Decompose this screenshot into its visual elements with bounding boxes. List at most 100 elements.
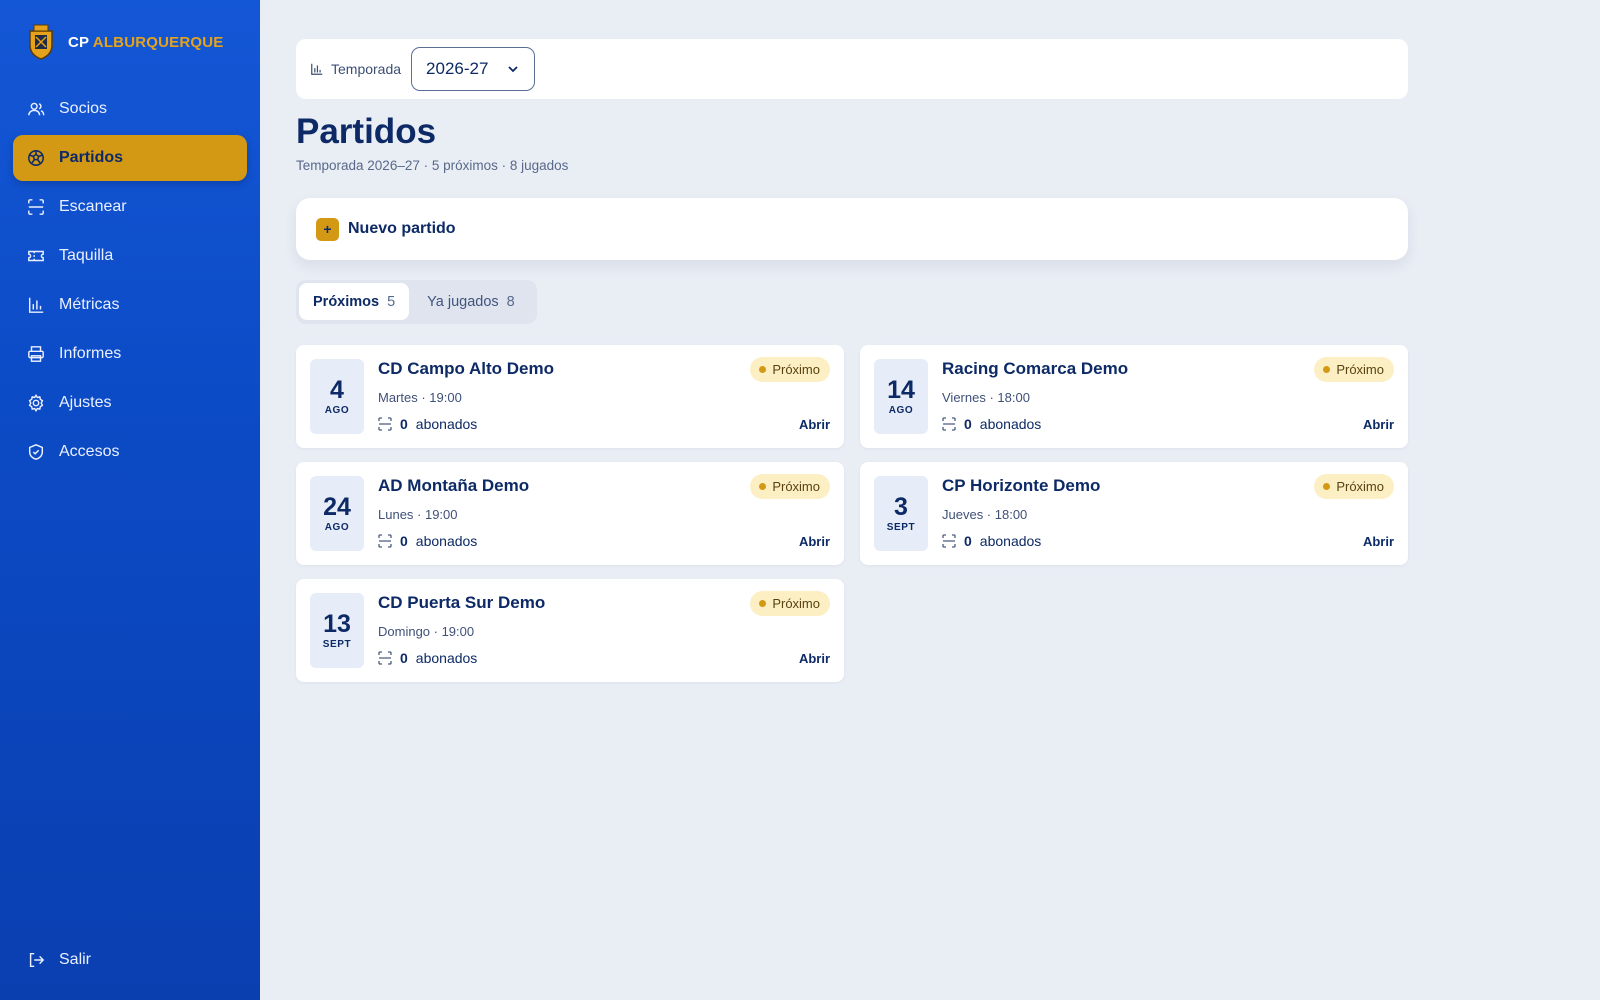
match-date: 24 AGO: [310, 476, 364, 551]
open-match-link[interactable]: Abrir: [799, 417, 830, 432]
brand[interactable]: CP ALBURQUERQUE: [26, 22, 224, 62]
status-dot-icon: [759, 600, 767, 607]
sidebar-item-metricas[interactable]: Métricas: [13, 282, 247, 328]
tab-label: Ya jugados: [427, 293, 499, 310]
match-card[interactable]: 14 AGO Racing Comarca Demo Viernes · 18:…: [860, 345, 1408, 448]
sidebar-item-taquilla[interactable]: Taquilla: [13, 233, 247, 279]
match-day: 14: [887, 376, 915, 404]
sidebar-item-label: Informes: [59, 345, 122, 362]
match-day: 24: [323, 493, 351, 521]
match-when: Lunes · 19:00: [378, 507, 458, 522]
bar-chart-icon: [311, 63, 323, 75]
match-date: 13 SEPT: [310, 593, 364, 668]
scan-icon: [942, 417, 956, 431]
scan-icon: [378, 417, 392, 431]
season-select-value: 2026-27: [426, 59, 489, 78]
abonados-count: 0: [964, 416, 972, 432]
gear-icon: [28, 394, 44, 412]
users-icon: [28, 102, 45, 116]
logout-button[interactable]: Salir: [13, 937, 247, 983]
match-when: Jueves · 18:00: [942, 507, 1028, 522]
abonados-label: abonados: [415, 416, 478, 432]
match-tabs: Próximos 5 Ya jugados 8: [296, 280, 537, 324]
status-text: Próximo: [772, 596, 820, 611]
open-match-link[interactable]: Abrir: [1363, 534, 1394, 549]
sidebar-item-label: Partidos: [59, 149, 124, 166]
brand-club-name: ALBURQUERQUE: [92, 33, 224, 51]
status-text: Próximo: [772, 479, 820, 494]
status-text: Próximo: [1336, 479, 1384, 494]
match-card[interactable]: 24 AGO AD Montaña Demo Lunes · 19:00 0 a…: [296, 462, 844, 565]
ticket-icon: [28, 250, 44, 262]
bar-chart-icon: [28, 297, 44, 313]
sidebar-item-informes[interactable]: Informes: [13, 331, 247, 377]
status-badge: Próximo: [750, 357, 830, 382]
match-title: CD Campo Alto Demo: [378, 359, 554, 378]
match-card[interactable]: 3 SEPT CP Horizonte Demo Jueves · 18:00 …: [860, 462, 1408, 565]
abonados-count: 0: [964, 533, 972, 549]
status-badge: Próximo: [1314, 474, 1394, 499]
open-match-link[interactable]: Abrir: [799, 534, 830, 549]
match-month: AGO: [888, 405, 914, 416]
match-abonados: 0 abonados: [942, 416, 1041, 432]
scan-icon: [378, 651, 392, 665]
abonados-label: abonados: [415, 650, 478, 666]
sidebar-item-ajustes[interactable]: Ajustes: [13, 380, 247, 426]
match-card[interactable]: 13 SEPT CD Puerta Sur Demo Domingo · 19:…: [296, 579, 844, 682]
match-title: CP Horizonte Demo: [942, 476, 1101, 495]
match-day: 3: [894, 493, 908, 521]
brand-name: CP ALBURQUERQUE: [68, 34, 224, 51]
status-dot-icon: [1323, 366, 1331, 373]
match-day: 13: [323, 610, 351, 638]
season-select[interactable]: 2026-27: [411, 47, 536, 91]
sidebar-item-label: Ajustes: [59, 394, 112, 411]
abonados-label: abonados: [415, 533, 478, 549]
brand-prefix: CP: [68, 33, 89, 51]
status-badge: Próximo: [750, 474, 830, 499]
match-month: AGO: [324, 522, 350, 533]
sidebar-item-accesos[interactable]: Accesos: [13, 429, 247, 475]
chevron-down-icon: [508, 66, 518, 73]
open-match-link[interactable]: Abrir: [799, 651, 830, 666]
match-date: 14 AGO: [874, 359, 928, 434]
sidebar-item-partidos[interactable]: Partidos: [13, 135, 247, 181]
abonados-count: 0: [400, 533, 408, 549]
tab-proximos[interactable]: Próximos 5: [299, 283, 410, 320]
match-card[interactable]: 4 AGO CD Campo Alto Demo Martes · 19:00 …: [296, 345, 844, 448]
status-dot-icon: [1323, 483, 1331, 490]
status-dot-icon: [759, 366, 767, 373]
sidebar-item-socios[interactable]: Socios: [13, 86, 247, 132]
match-month: SEPT: [322, 639, 352, 650]
page-title: Partidos: [296, 112, 437, 151]
match-abonados: 0 abonados: [378, 416, 477, 432]
match-month: AGO: [324, 405, 350, 416]
tab-count: 5: [387, 293, 396, 310]
scan-icon: [28, 199, 44, 215]
sidebar-item-label: Socios: [59, 100, 108, 117]
sidebar: CP ALBURQUERQUE Socios Partidos Escanear…: [0, 0, 260, 1000]
match-title: Racing Comarca Demo: [942, 359, 1129, 378]
tab-ya-jugados[interactable]: Ya jugados 8: [413, 283, 529, 320]
new-match-label: Nuevo partido: [348, 220, 456, 237]
abonados-count: 0: [400, 650, 408, 666]
logout-label: Salir: [59, 951, 92, 968]
match-when: Viernes · 18:00: [942, 390, 1030, 405]
shield-icon: [28, 444, 44, 460]
match-when: Domingo · 19:00: [378, 624, 475, 639]
sidebar-item-escanear[interactable]: Escanear: [13, 184, 247, 230]
soccer-ball-icon: [28, 150, 44, 166]
abonados-label: abonados: [979, 416, 1042, 432]
abonados-label: abonados: [979, 533, 1042, 549]
match-title: CD Puerta Sur Demo: [378, 593, 546, 612]
sidebar-item-label: Taquilla: [59, 247, 114, 264]
match-when: Martes · 19:00: [378, 390, 462, 405]
new-match-button[interactable]: + Nuevo partido: [296, 198, 1408, 260]
status-dot-icon: [759, 483, 767, 490]
tab-label: Próximos: [313, 293, 380, 310]
open-match-link[interactable]: Abrir: [1363, 417, 1394, 432]
printer-icon: [28, 346, 44, 362]
status-badge: Próximo: [750, 591, 830, 616]
tab-count: 8: [506, 293, 515, 310]
scan-icon: [942, 534, 956, 548]
match-month: SEPT: [886, 522, 916, 533]
